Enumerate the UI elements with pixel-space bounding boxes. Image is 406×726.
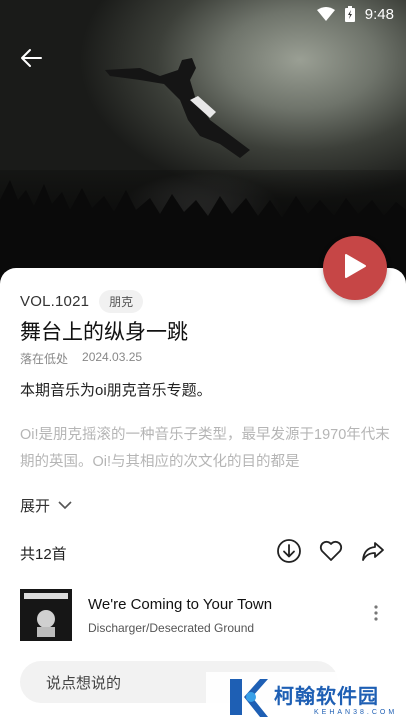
track-info: We're Coming to Your Town Discharger/Des…	[88, 596, 366, 635]
episode-description: Oi!是朋克摇滚的一种音乐子类型，最早发源于1970年代末期的英国。Oi!与其相…	[20, 427, 390, 470]
status-time: 9:48	[364, 5, 394, 23]
heart-icon[interactable]	[318, 538, 344, 564]
watermark-url: KEHAN38.COM	[314, 708, 398, 716]
back-arrow-icon	[19, 48, 43, 73]
publish-date: 2024.03.25	[82, 350, 143, 364]
volume-number: VOL.1021	[20, 293, 90, 310]
expand-button[interactable]: 展开	[20, 495, 72, 516]
back-button[interactable]	[14, 46, 48, 74]
share-icon[interactable]	[360, 538, 386, 564]
genre-tag[interactable]: 朋克	[99, 290, 144, 313]
play-button[interactable]	[323, 236, 387, 300]
performer-silhouette	[105, 58, 250, 158]
track-cover-art	[20, 589, 72, 641]
author-name[interactable]: 落在低处	[20, 350, 68, 367]
play-icon	[343, 253, 367, 284]
chevron-down-icon	[58, 497, 72, 514]
battery-icon	[344, 6, 355, 22]
download-icon[interactable]	[276, 538, 302, 564]
track-row[interactable]: We're Coming to Your Town Discharger/Des…	[20, 588, 386, 642]
comment-placeholder: 说点想说的	[46, 674, 122, 692]
episode-title: 舞台上的纵身一跳	[20, 321, 188, 344]
episode-header: VOL.1021 朋克	[20, 290, 144, 313]
more-vertical-icon	[374, 604, 378, 626]
track-artist: Discharger/Desecrated Ground	[88, 620, 255, 635]
track-more-button[interactable]	[366, 604, 386, 626]
watermark-text: 柯翰软件园 KEHAN38.COM	[274, 680, 397, 716]
episode-subtitle: 本期音乐为oi朋克音乐专题。	[20, 382, 212, 399]
expand-label: 展开	[20, 498, 51, 515]
track-title: We're Coming to Your Town	[88, 595, 273, 613]
tracklist-actions	[276, 538, 386, 564]
watermark-title: 柯翰软件园	[274, 685, 379, 708]
track-count: 共12首	[20, 546, 67, 563]
wifi-icon	[316, 7, 335, 21]
episode-meta: 落在低处 2024.03.25	[20, 350, 142, 367]
status-bar: 9:48	[0, 0, 406, 28]
watermark-logo-icon	[224, 675, 270, 721]
watermark: 柯翰软件园 KEHAN38.COM	[206, 672, 406, 723]
